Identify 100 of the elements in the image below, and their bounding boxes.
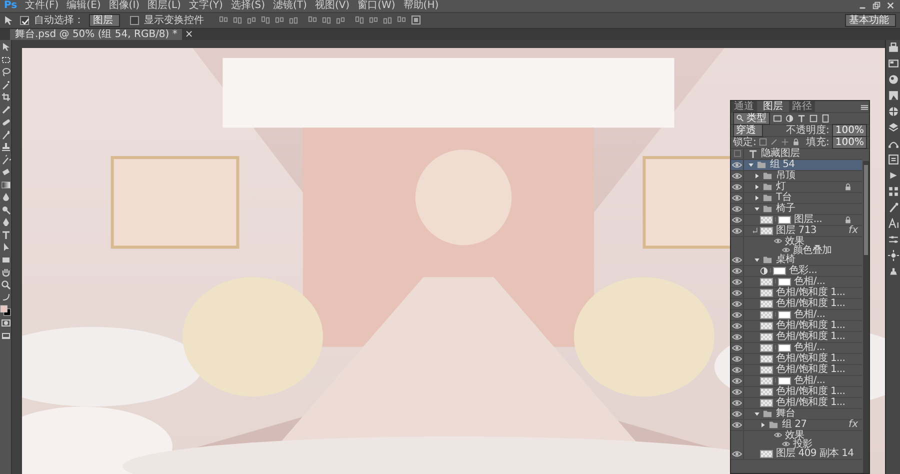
stamp-icon[interactable] [0,142,10,152]
magic-wand-icon[interactable] [0,80,10,90]
eye-icon[interactable] [774,237,782,246]
eye-icon[interactable] [774,431,782,440]
layer-row[interactable]: 色相/饱和度 1... [731,320,862,332]
eye-icon[interactable] [732,364,742,375]
menu-item[interactable]: 窗口(W) [354,0,400,12]
zoom-icon[interactable] [0,280,10,290]
globe-icon[interactable] [888,106,898,118]
brush-preset-icon[interactable] [888,202,898,214]
type-filter-icon[interactable] [796,114,806,123]
align-icon[interactable] [383,16,392,25]
align-icon[interactable] [355,16,364,25]
align-icon[interactable] [369,16,378,25]
layer-row[interactable]: 色相/饱和度 1... [731,332,862,343]
menu-item[interactable]: 图层(L) [144,0,185,12]
close-icon[interactable] [886,1,895,10]
checkbox[interactable] [20,16,29,25]
align-icon[interactable] [261,16,270,25]
menu-item[interactable]: 帮助(H) [399,0,443,12]
smart-object-filter-icon[interactable] [820,114,830,123]
align-icon[interactable] [308,16,317,25]
layer-row[interactable]: T台 [731,192,862,204]
disclosure-arrow[interactable] [754,256,760,263]
align-icon[interactable] [336,16,345,25]
layer-row[interactable]: 桌椅 [731,254,862,266]
toolbox-icon[interactable] [888,42,898,54]
gradient-icon[interactable] [0,180,10,190]
eye-icon[interactable] [732,254,742,265]
blend-mode-select[interactable]: 穿透 [733,124,763,137]
disclosure-arrow[interactable] [760,422,766,428]
menu-item[interactable]: 滤镜(T) [269,0,311,12]
layer-row[interactable]: 图层... [731,214,862,226]
bandage-icon[interactable] [0,117,10,128]
layer-row[interactable]: 色相/饱和度 1... [731,288,862,299]
opacity-field[interactable]: 100% [832,124,867,137]
swatches-icon[interactable] [888,186,898,198]
brush-lock-icon[interactable] [770,138,778,146]
layer-row[interactable]: 色相/饱和度 1... [731,386,862,398]
eye-icon[interactable] [732,288,742,298]
history-icon[interactable] [888,154,898,166]
character-icon[interactable] [888,218,898,230]
eye-icon[interactable] [732,310,742,320]
eyedropper-icon[interactable] [0,104,10,115]
disclosure-arrow[interactable] [754,194,760,201]
align-icon[interactable] [247,16,256,25]
filter-select[interactable]: 类型 [733,112,770,125]
move-tool-icon[interactable] [0,42,10,52]
layer-row[interactable]: 色相/饱和度 1... [731,354,862,365]
layer-row[interactable]: 色相/饱和度 1... [731,364,862,376]
image-filter-icon[interactable] [772,114,782,123]
visibility-toggle[interactable] [734,150,740,158]
eye-icon[interactable] [732,332,742,342]
eye-icon[interactable] [732,204,742,214]
select-field[interactable]: 图层 [89,14,120,27]
lasso-icon[interactable] [0,67,10,78]
eye-icon[interactable] [732,408,742,419]
eye-icon[interactable] [732,276,742,287]
drop-icon[interactable] [0,192,10,202]
layer-row[interactable]: 色相/饱和度 1... [731,398,862,409]
navigator-icon[interactable] [888,90,898,102]
eye-icon[interactable] [732,182,742,192]
checkbox[interactable] [130,16,139,25]
crop-icon[interactable] [0,92,10,102]
layer-row[interactable]: 舞台 [731,408,862,420]
eye-icon[interactable] [732,160,742,170]
panel-menu-icon[interactable] [860,102,869,112]
disclosure-arrow[interactable] [754,184,760,190]
menu-item[interactable]: 图像(I) [104,0,144,12]
layer-row[interactable]: 椅子 [731,204,862,215]
eye-icon[interactable] [732,266,742,276]
sliders-icon[interactable] [888,234,898,246]
disclosure-arrow[interactable] [754,172,760,179]
marquee-icon[interactable] [0,54,10,65]
rectangle-icon[interactable] [0,254,10,265]
align-icon[interactable] [219,16,228,25]
layer-row[interactable]: 色相/... [731,276,862,288]
layer-row[interactable]: 吊顶 [731,170,862,182]
document-tab[interactable]: 舞台.psd @ 50% (组 54, RGB/8) * [10,28,182,40]
scrollbar-thumb[interactable] [864,164,868,255]
layer-row[interactable]: 色相/... [731,310,862,321]
align-icon[interactable] [397,16,406,25]
eye-icon[interactable] [732,320,742,331]
adjustment-filter-icon[interactable] [784,114,794,123]
eye-icon[interactable] [732,214,742,225]
restore-icon[interactable] [872,1,881,10]
menu-item[interactable]: 文字(Y) [184,0,227,12]
layer-row[interactable]: 灯 [731,182,862,193]
layer-row[interactable]: 图层 713 fx [731,226,862,237]
align-icon[interactable] [233,16,242,25]
layer-row[interactable]: 色相/饱和度 1... [731,298,862,310]
menu-item[interactable]: 编辑(E) [62,0,105,12]
layers-icon[interactable] [888,122,898,134]
eye-icon[interactable] [732,192,742,203]
layer-row[interactable]: 色相/... [731,342,862,354]
disclosure-arrow[interactable] [748,162,754,168]
eye-icon[interactable] [732,398,742,408]
panel-tab[interactable]: 路径 [789,100,815,112]
panel-tab[interactable]: 通道 [731,100,757,112]
fill-field[interactable]: 100% [832,136,867,149]
